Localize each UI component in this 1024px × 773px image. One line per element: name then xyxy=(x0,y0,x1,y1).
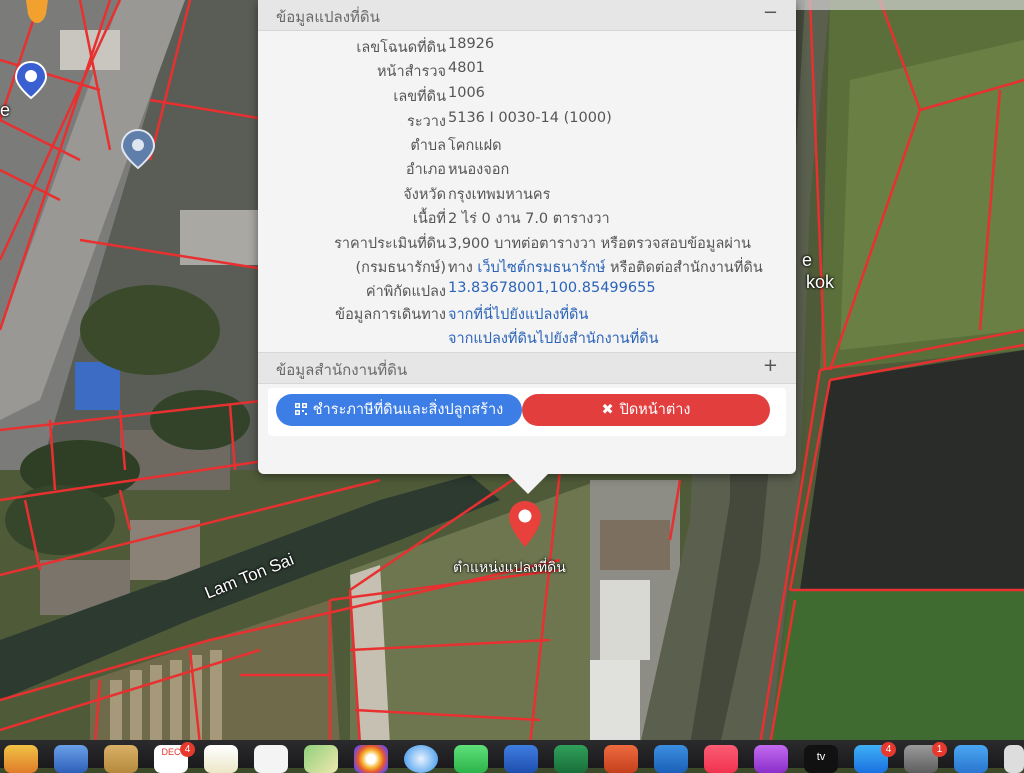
tv-label: tv xyxy=(816,751,826,763)
close-x-icon: ✖ xyxy=(601,402,614,418)
dock-safari-icon[interactable] xyxy=(404,745,438,773)
treasury-website-link[interactable]: เว็บไซต์กรมธนารักษ์ xyxy=(477,260,605,276)
dock-podcasts-icon[interactable] xyxy=(754,745,788,773)
field-subdistrict: ตำบล โคกแฝด xyxy=(410,138,502,154)
field-deed-number: เลขโฉนดที่ดิน 18926 xyxy=(356,36,495,56)
field-directions-office: จากแปลงที่ดินไปยังสำนักงานที่ดิน xyxy=(258,327,796,350)
dock-stickies-icon[interactable] xyxy=(204,745,238,773)
parcel-location-marker[interactable] xyxy=(508,500,542,552)
map-edge-label: e xyxy=(802,250,813,270)
field-coordinates: ค่าพิกัดแปลง 13.83678001,100.85499655 xyxy=(365,280,656,300)
dock-tv-icon[interactable]: tv xyxy=(804,745,838,773)
dock-photos-icon[interactable] xyxy=(354,745,388,773)
parcel-info-title: ข้อมูลแปลงที่ดิน xyxy=(276,8,380,26)
directions-to-parcel-link[interactable]: จากที่นี่ไปยังแปลงที่ดิน xyxy=(448,303,588,326)
dock-outlook-icon[interactable] xyxy=(654,745,688,773)
dock-music-icon[interactable] xyxy=(704,745,738,773)
land-office-header[interactable]: ข้อมูลสำนักงานที่ดิน + xyxy=(258,352,796,384)
map-poi-icon[interactable] xyxy=(14,60,48,100)
dock-calculator-icon[interactable] xyxy=(954,745,988,773)
field-directions: ข้อมูลการเดินทาง จากที่นี่ไปยังแปลงที่ดิ… xyxy=(258,303,796,326)
dock-reminders-icon[interactable] xyxy=(254,745,288,773)
field-treasury-department: (กรมธนารักษ์) ทาง เว็บไซต์กรมธนารักษ์ หร… xyxy=(355,260,763,276)
map-poi-icon[interactable] xyxy=(22,0,52,28)
dock-app-icon[interactable] xyxy=(1004,745,1024,773)
dock-word-icon[interactable] xyxy=(504,745,538,773)
close-window-button[interactable]: ✖ ปิดหน้าต่าง xyxy=(522,394,770,426)
appstore-badge: 4 xyxy=(881,742,896,757)
field-map-sheet: ระวาง 5136 I 0030-14 (1000) xyxy=(407,110,612,130)
dock-powerpoint-icon[interactable] xyxy=(604,745,638,773)
map-pin-icon xyxy=(509,501,541,547)
qr-code-icon xyxy=(294,395,307,415)
dock-maps-icon[interactable] xyxy=(304,745,338,773)
field-district: อำเภอ หนองจอก xyxy=(405,162,510,178)
map-poi-icon[interactable] xyxy=(120,128,156,170)
coordinates-link[interactable]: 13.83678001,100.85499655 xyxy=(448,280,656,296)
land-office-title: ข้อมูลสำนักงานที่ดิน xyxy=(276,361,408,379)
settings-badge: 1 xyxy=(932,742,947,757)
dock-messages-icon[interactable] xyxy=(454,745,488,773)
field-land-number: เลขที่ดิน 1006 xyxy=(393,85,485,105)
map-edge-label: e xyxy=(0,100,11,120)
dock-preview-icon[interactable] xyxy=(54,745,88,773)
marker-label: ตำแหน่งแปลงที่ดิน xyxy=(453,560,566,576)
map-edge-label: kok xyxy=(806,272,835,292)
field-appraisal-price: ราคาประเมินที่ดิน 3,900 บาทต่อตารางวา หร… xyxy=(334,236,751,252)
dock-notes-icon[interactable] xyxy=(104,745,138,773)
field-survey-page: หน้าสำรวจ 4801 xyxy=(376,60,485,80)
dock-finder-icon[interactable] xyxy=(4,745,38,773)
parcel-info-header[interactable]: ข้อมูลแปลงที่ดิน − xyxy=(258,0,796,31)
field-area: เนื้อที่ 2 ไร่ 0 งาน 7.0 ตารางวา xyxy=(412,211,610,227)
collapse-icon[interactable]: − xyxy=(763,2,778,23)
calendar-badge: 4 xyxy=(180,742,195,757)
directions-to-office-link[interactable]: จากแปลงที่ดินไปยังสำนักงานที่ดิน xyxy=(448,327,659,350)
field-province: จังหวัด กรุงเทพมหานคร xyxy=(403,187,551,203)
pay-land-tax-button[interactable]: ชำระภาษีที่ดินและสิ่งปลูกสร้าง xyxy=(276,394,522,426)
expand-icon[interactable]: + xyxy=(763,355,778,376)
dock-excel-icon[interactable] xyxy=(554,745,588,773)
